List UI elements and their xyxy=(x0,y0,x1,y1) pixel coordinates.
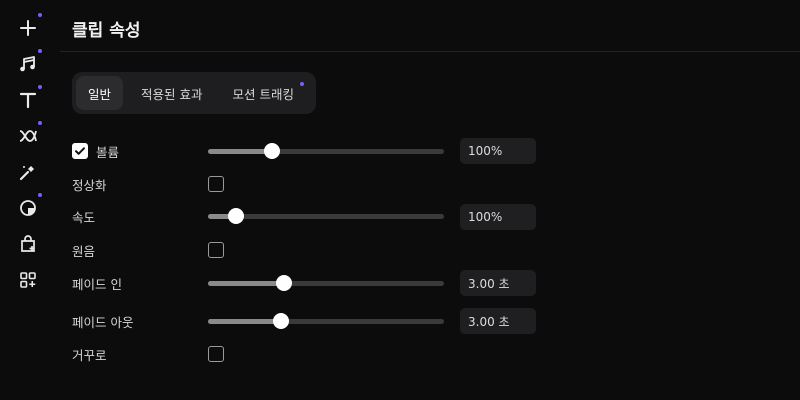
text-button[interactable] xyxy=(16,85,42,112)
sticker-button[interactable] xyxy=(16,193,42,220)
more-apps-button[interactable] xyxy=(16,268,40,292)
add-media-button[interactable] xyxy=(16,13,42,40)
audio-button[interactable] xyxy=(16,49,42,76)
plus-icon xyxy=(20,20,36,36)
tab-motion-tracking[interactable]: 모션 트래킹 xyxy=(221,76,306,110)
tab-applied-effects[interactable]: 적용된 효과 xyxy=(129,76,214,110)
normalize-label: 정상화 xyxy=(72,177,107,193)
reverse-label: 거꾸로 xyxy=(72,347,107,363)
slider-thumb[interactable] xyxy=(273,313,290,329)
fade-out-value-field[interactable]: 3.00 초 xyxy=(460,308,536,334)
slider-thumb[interactable] xyxy=(263,143,280,159)
speed-label: 속도 xyxy=(72,209,96,225)
tab-label: 적용된 효과 xyxy=(141,86,203,102)
tab-general[interactable]: 일반 xyxy=(76,76,124,110)
effects-button[interactable] xyxy=(16,160,40,184)
original-pitch-label: 원음 xyxy=(72,243,96,259)
fade-out-label: 페이드 아웃 xyxy=(72,314,134,330)
check-icon xyxy=(75,147,85,155)
fade-in-label: 페이드 인 xyxy=(72,276,122,292)
bag-add-icon xyxy=(21,235,35,252)
panel-header: 클립 속성 xyxy=(60,0,800,52)
new-indicator-dot xyxy=(38,193,42,197)
sidebar xyxy=(0,0,56,400)
new-indicator-dot xyxy=(38,49,42,53)
apps-add-icon xyxy=(20,272,36,288)
reverse-checkbox[interactable] xyxy=(208,346,224,362)
tab-label: 일반 xyxy=(88,86,112,102)
tab-label: 모션 트래킹 xyxy=(232,86,294,102)
new-indicator-dot xyxy=(38,13,42,17)
slider-fill xyxy=(208,281,284,286)
fade-out-slider[interactable] xyxy=(208,311,444,331)
fade-in-value-field[interactable]: 3.00 초 xyxy=(460,270,536,296)
tab-bar: 일반 적용된 효과 모션 트래킹 xyxy=(72,72,316,114)
music-note-icon xyxy=(20,56,35,72)
magic-wand-icon xyxy=(19,166,34,181)
volume-row-label: 볼륨 xyxy=(72,141,119,161)
transition-button[interactable] xyxy=(16,121,42,148)
store-button[interactable] xyxy=(16,232,40,256)
sticker-icon xyxy=(20,200,36,216)
new-indicator-dot xyxy=(38,121,42,125)
new-indicator-dot xyxy=(38,85,42,89)
volume-checkbox[interactable] xyxy=(72,143,88,159)
original-pitch-checkbox[interactable] xyxy=(208,242,224,258)
normalize-checkbox[interactable] xyxy=(208,176,224,192)
volume-slider[interactable] xyxy=(208,141,444,161)
volume-label: 볼륨 xyxy=(96,144,120,160)
slider-thumb[interactable] xyxy=(275,275,292,291)
clip-properties-panel: 클립 속성 일반 적용된 효과 모션 트래킹 볼륨 100% 정상화 속도 10… xyxy=(60,0,800,400)
page-title: 클립 속성 xyxy=(72,21,141,41)
new-indicator-dot xyxy=(299,82,304,86)
speed-slider[interactable] xyxy=(208,206,444,226)
volume-value-field[interactable]: 100% xyxy=(460,138,536,164)
text-t-icon xyxy=(19,92,37,109)
fade-in-slider[interactable] xyxy=(208,273,444,293)
transition-icon xyxy=(19,130,37,142)
slider-thumb[interactable] xyxy=(228,208,245,224)
slider-fill xyxy=(208,319,282,324)
slider-fill xyxy=(208,149,272,154)
speed-value-field[interactable]: 100% xyxy=(460,204,536,230)
